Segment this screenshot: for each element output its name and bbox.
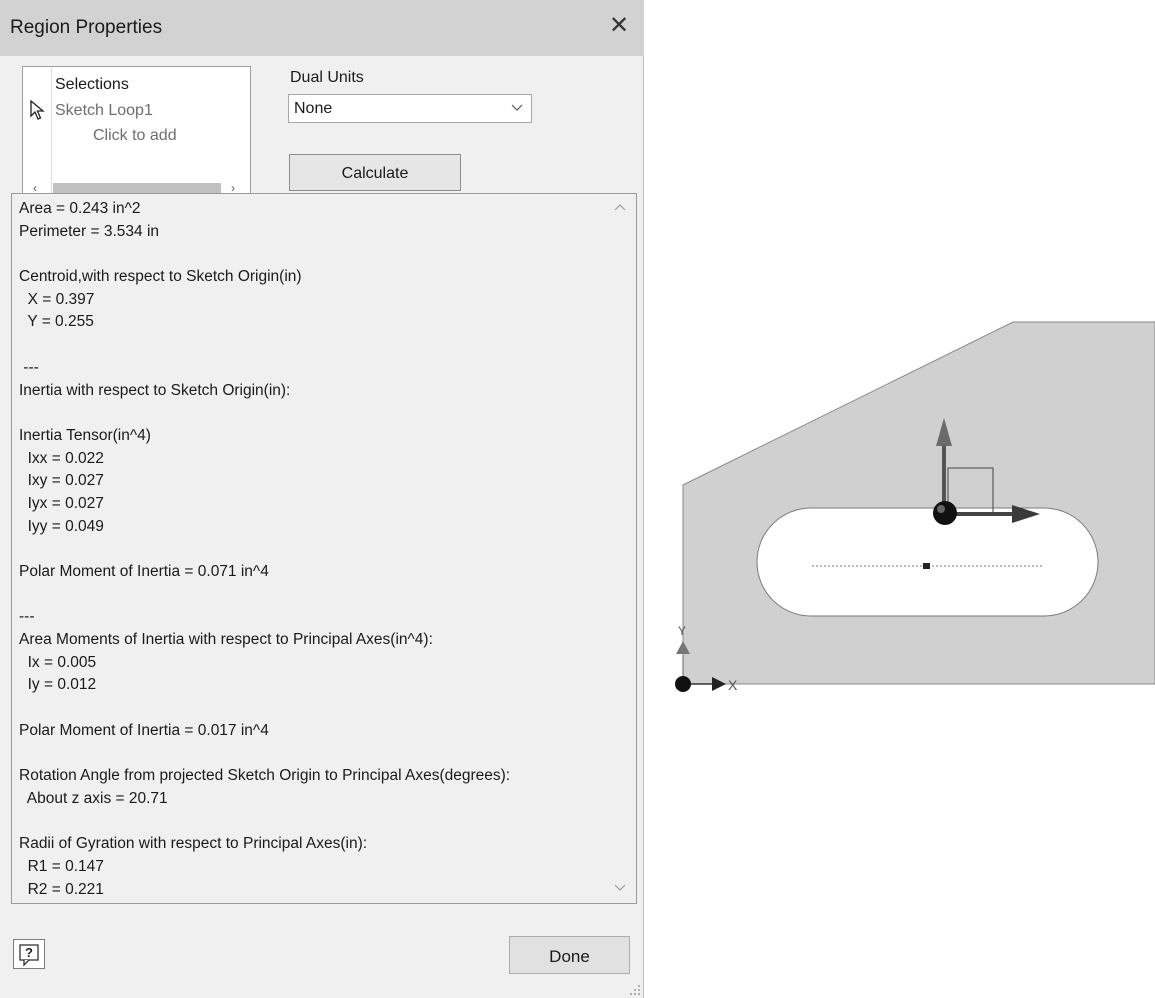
- svg-text:?: ?: [25, 945, 33, 960]
- results-panel[interactable]: Area = 0.243 in^2 Perimeter = 3.534 in Cen…: [11, 193, 637, 904]
- triad-origin-highlight: [937, 505, 945, 513]
- results-line: [19, 402, 599, 425]
- results-line: Inertia with respect to Sketch Origin(in…: [19, 381, 291, 399]
- results-line: Radii of Gyration with respect to Princi…: [19, 835, 368, 853]
- results-line: ---: [19, 608, 35, 626]
- done-button-label: Done: [549, 947, 590, 966]
- results-line: Ixx = 0.022: [19, 449, 104, 467]
- results-line: Perimeter = 3.534 in: [19, 222, 160, 240]
- results-line: Area = 0.243 in^2: [19, 200, 141, 217]
- selections-column-divider: [51, 67, 52, 195]
- results-line: R1 = 0.147: [19, 857, 104, 875]
- scroll-up-icon[interactable]: [614, 202, 626, 212]
- results-line: [19, 334, 599, 357]
- results-line: Inertia Tensor(in^4): [19, 426, 151, 444]
- axis-y-label: Y: [678, 624, 687, 638]
- results-line: Area Moments of Inertia with respect to …: [19, 631, 433, 649]
- axis-x-label: X: [728, 677, 738, 693]
- triad-origin-ball[interactable]: [933, 501, 957, 525]
- results-line: ---: [19, 358, 39, 376]
- results-line: [19, 743, 599, 766]
- click-to-add-hint[interactable]: Click to add: [93, 127, 177, 145]
- dual-units-label: Dual Units: [290, 69, 364, 86]
- selections-list[interactable]: Selections Sketch Loop1 Click to add ‹ ›: [22, 66, 251, 196]
- results-line: [19, 697, 599, 720]
- scroll-down-icon[interactable]: [614, 883, 626, 893]
- results-line: Polar Moment of Inertia = 0.017 in^4: [19, 721, 269, 739]
- dialog-titlebar[interactable]: Region Properties ✕: [0, 0, 644, 56]
- results-line: Ixy = 0.027: [19, 472, 104, 490]
- part-profile[interactable]: [682, 321, 1155, 685]
- close-button[interactable]: ✕: [604, 11, 634, 41]
- results-text: Area = 0.243 in^2 Perimeter = 3.534 in Cen…: [19, 198, 599, 901]
- results-line: [19, 811, 599, 834]
- results-line: [19, 243, 599, 266]
- results-line: Polar Moment of Inertia = 0.071 in^4: [19, 563, 269, 580]
- resize-grip-icon[interactable]: [629, 984, 641, 996]
- selection-arrow-icon: [30, 99, 45, 120]
- results-line: X = 0.397: [19, 290, 95, 308]
- slot-center-point[interactable]: [923, 563, 930, 569]
- results-line: Ix = 0.005: [19, 653, 97, 671]
- results-line: R2 = 0.221: [19, 880, 104, 898]
- results-line: About z axis = 20.71: [19, 789, 168, 807]
- results-line: Iyy = 0.049: [19, 517, 104, 535]
- help-icon: ?: [19, 944, 39, 967]
- results-line: [19, 538, 599, 561]
- results-line: Rotation Angle from projected Sketch Ori…: [19, 767, 511, 785]
- close-icon: ✕: [608, 12, 630, 39]
- results-line: Centroid,with respect to Sketch Origin(i…: [19, 268, 302, 286]
- region-properties-dialog: Region Properties ✕ Selections Sketch Lo…: [0, 0, 644, 998]
- results-line: Iyx = 0.027: [19, 494, 104, 512]
- done-button[interactable]: Done: [509, 936, 630, 974]
- sketch-canvas[interactable]: [645, 0, 1155, 998]
- results-line: [19, 584, 599, 607]
- slot-cutout[interactable]: [756, 507, 1099, 617]
- dual-units-select[interactable]: None: [288, 94, 532, 123]
- dialog-title: Region Properties: [10, 17, 163, 38]
- dual-units-value: None: [294, 100, 333, 117]
- selection-item-sketch-loop[interactable]: Sketch Loop1: [55, 102, 153, 120]
- calculate-button[interactable]: Calculate: [289, 154, 461, 191]
- selections-header: Selections: [55, 76, 129, 93]
- results-line: Iy = 0.012: [19, 676, 97, 694]
- results-line: Y = 0.255: [19, 313, 94, 331]
- calculate-button-label: Calculate: [341, 165, 409, 182]
- help-button[interactable]: ?: [13, 939, 45, 969]
- sketch-origin-point[interactable]: [675, 676, 691, 692]
- chevron-down-icon: [511, 104, 523, 111]
